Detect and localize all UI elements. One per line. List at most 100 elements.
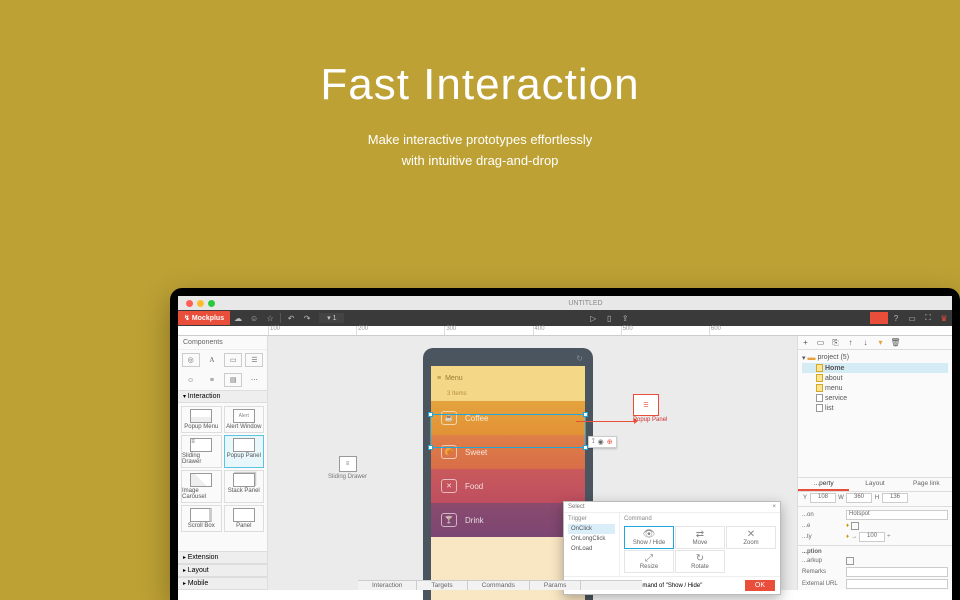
tree-page-service[interactable]: service	[802, 393, 948, 403]
app-logo[interactable]: ↯ Mockplus	[178, 311, 230, 325]
accent-button[interactable]	[870, 312, 888, 324]
window-chrome: UNTITLED	[178, 296, 952, 310]
up-icon[interactable]: ↑	[843, 338, 858, 347]
tab-commands[interactable]: Commands	[468, 581, 530, 590]
trigger-onlongclick[interactable]: OnLongClick	[568, 534, 615, 544]
help-icon[interactable]: ?	[888, 310, 904, 326]
close-icon[interactable]: ×	[772, 504, 776, 510]
bottom-tabs: Interaction Targets Commands Params	[358, 580, 642, 590]
section-layout[interactable]: Layout	[178, 564, 267, 577]
ok-button[interactable]: OK	[745, 580, 775, 591]
cmd-rotate[interactable]: ↻Rotate	[675, 550, 725, 573]
copy-icon[interactable]: ⎘	[828, 338, 843, 348]
tree-page-list[interactable]: list	[802, 403, 948, 413]
input-remarks[interactable]	[846, 567, 948, 577]
cloud-icon[interactable]: ☁	[230, 310, 246, 326]
fullscreen-icon[interactable]: ⛶	[920, 310, 936, 326]
folder-icon[interactable]: ▭	[813, 338, 828, 347]
tab-property[interactable]: ...perty	[798, 478, 849, 491]
down-icon[interactable]: ↓	[858, 338, 873, 347]
page-tree: ▾▬project (5) Home about menu service li…	[798, 350, 952, 415]
tab-page-link[interactable]: Page link	[901, 478, 952, 491]
input-h[interactable]: 136	[882, 493, 908, 503]
trigger-onclick[interactable]: OnClick	[568, 524, 615, 534]
menu-header[interactable]: ≡ Menu	[431, 366, 585, 390]
comp-scroll-box[interactable]: Scroll Box	[181, 505, 222, 532]
right-toolbar: + ▭ ⎘ ↑ ↓ ▾ 🗑	[798, 336, 952, 350]
star-icon[interactable]: ☆	[262, 310, 278, 326]
tree-project[interactable]: ▾▬project (5)	[802, 352, 948, 363]
checkbox-e[interactable]	[851, 522, 859, 530]
menu-item-food[interactable]: ✕Food	[431, 469, 585, 503]
cmd-show-hide[interactable]: 👁Show / Hide	[624, 526, 674, 549]
refresh-icon[interactable]: ↻	[576, 354, 583, 363]
comp-sliding-drawer[interactable]: ≡Sliding Drawer	[181, 435, 222, 468]
window-icon[interactable]: ▭	[904, 310, 920, 326]
cmd-move[interactable]: ⇄Move	[675, 526, 725, 549]
panel-icon[interactable]: ☰	[245, 353, 263, 367]
undo-icon[interactable]: ↶	[283, 310, 299, 326]
collapse-icon[interactable]: ▾	[873, 338, 888, 347]
page-dropdown[interactable]: ▾ 1	[319, 313, 344, 323]
cmd-zoom[interactable]: ✕Zoom	[726, 526, 776, 549]
tab-params[interactable]: Params	[530, 581, 581, 590]
occ-icon[interactable]: ◎	[182, 353, 200, 367]
export-icon[interactable]: ⇪	[617, 310, 633, 326]
list-icon[interactable]: ≡	[203, 373, 221, 387]
input-w[interactable]: 360	[846, 493, 872, 503]
play-icon[interactable]: ▷	[585, 310, 601, 326]
dialog-title: Select	[568, 504, 585, 510]
minimize-icon[interactable]	[197, 300, 204, 307]
tab-interaction[interactable]: Interaction	[358, 581, 417, 590]
device-screen[interactable]: ≡ Menu 3 Items ☕Coffee 🥐Sweet ✕Food 🍸Dri…	[431, 366, 585, 600]
section-interaction[interactable]: Interaction	[178, 390, 267, 403]
comp-popup-menu[interactable]: Popup Menu	[181, 406, 222, 433]
trigger-onload[interactable]: OnLoad	[568, 544, 615, 554]
card-icon[interactable]: ▤	[224, 373, 242, 387]
command-header: Command	[624, 516, 776, 522]
menu-item-coffee[interactable]: ☕Coffee	[431, 401, 585, 435]
text-icon[interactable]: A	[203, 353, 221, 367]
comp-popup-panel[interactable]: Popup Panel	[224, 435, 265, 468]
comp-alert-window[interactable]: AlertAlert Window	[224, 406, 265, 433]
menu-subtitle: 3 Items	[431, 390, 585, 401]
comp-stack-panel[interactable]: Stack Panel	[224, 470, 265, 503]
comp-image-carousel[interactable]: Image Carousel	[181, 470, 222, 503]
checkbox-markup[interactable]	[846, 557, 854, 565]
gift-icon[interactable]: ♛	[936, 310, 952, 326]
property-tabs: ...perty Layout Page link	[798, 477, 952, 492]
tree-page-home[interactable]: Home	[802, 363, 948, 373]
input-external-url[interactable]	[846, 579, 948, 589]
cmd-resize[interactable]: ⤢Resize	[624, 550, 674, 573]
add-icon[interactable]: +	[798, 338, 813, 347]
tree-page-menu[interactable]: menu	[802, 383, 948, 393]
input-ty[interactable]: 100	[859, 532, 885, 542]
redo-icon[interactable]: ↷	[299, 310, 315, 326]
tree-page-about[interactable]: about	[802, 373, 948, 383]
rect-icon[interactable]: ▭	[224, 353, 242, 367]
link-target-popup-panel[interactable]: ☰ Popup Panel	[633, 394, 667, 423]
menu-item-sweet[interactable]: 🥐Sweet	[431, 435, 585, 469]
input-y[interactable]: 108	[810, 493, 836, 503]
select-on[interactable]: Hotspot	[846, 510, 948, 520]
close-icon[interactable]	[186, 300, 193, 307]
canvas-sliding-drawer[interactable]: ≡Sliding Drawer	[328, 456, 367, 480]
link-handle[interactable]: ⟟ ◉ ⊕	[588, 436, 617, 448]
components-header: Components	[178, 336, 267, 350]
trash-icon[interactable]: 🗑	[888, 338, 903, 347]
tab-layout[interactable]: Layout	[849, 478, 900, 491]
section-mobile[interactable]: Mobile	[178, 577, 267, 590]
horizontal-ruler: 100200 300400 500600	[178, 326, 952, 336]
zoom-icon[interactable]	[208, 300, 215, 307]
more-icon[interactable]: ⋯	[245, 373, 263, 387]
smile-comp-icon[interactable]: ☺	[182, 373, 200, 387]
window-title: UNTITLED	[219, 300, 952, 307]
menu-item-drink[interactable]: 🍸Drink	[431, 503, 585, 537]
tab-targets[interactable]: Targets	[417, 581, 467, 590]
smile-icon[interactable]: ☺	[246, 310, 262, 326]
device-icon[interactable]: ▯	[601, 310, 617, 326]
comp-panel[interactable]: Panel	[224, 505, 265, 532]
drag-icon[interactable]: ⊕	[607, 438, 613, 446]
canvas-area[interactable]: ≡Sliding Drawer ≡ Menu 3 Items ☕Coffee 🥐…	[268, 336, 797, 590]
section-extension[interactable]: Extension	[178, 551, 267, 564]
